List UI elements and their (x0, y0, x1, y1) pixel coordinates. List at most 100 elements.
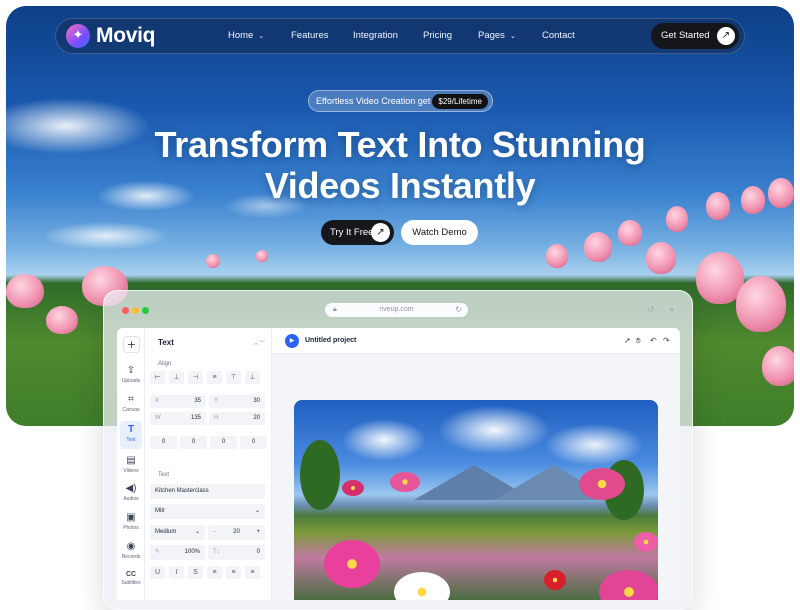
watch-demo-button[interactable]: Watch Demo (401, 220, 478, 245)
rail-item-label: Videos (123, 468, 139, 474)
underline-icon[interactable]: U (150, 566, 165, 579)
x-field[interactable]: X 35 (150, 395, 206, 408)
get-started-label: Get Started (661, 30, 710, 41)
url-bar[interactable]: 🔒︎ riveup.com ↻ (325, 303, 468, 317)
flower-decoration (394, 572, 450, 600)
rail-item-audios[interactable]: ◀) Audios (117, 483, 145, 502)
rail-item-videos[interactable]: ▤ Videos (117, 455, 145, 474)
y-key: Y (214, 398, 219, 404)
font-weight-value: Medium (155, 529, 177, 535)
nav-home[interactable]: Home ⌄ (228, 30, 264, 41)
rotation-value: 0 (191, 439, 196, 445)
history-icon[interactable]: ↺ (644, 303, 658, 317)
tulip-decoration (6, 274, 44, 308)
font-size-stepper[interactable]: –20 + (208, 525, 265, 540)
font-weight-select[interactable]: Medium ⌄ (150, 525, 205, 540)
align-left-icon[interactable]: ⊢ (150, 371, 165, 384)
rail-item-records[interactable]: ◉ Records (117, 541, 145, 560)
rotation-field[interactable]: 0 (180, 436, 207, 449)
flower-decoration (544, 570, 566, 590)
tool-rail: + ⇪ Uploads ⌗ Canvas T Text ▤ Videos ◀) … (117, 328, 145, 600)
add-icon[interactable]: + (123, 336, 140, 353)
text-align-left-icon[interactable]: ≡ (207, 566, 222, 579)
tulip-decoration (584, 232, 612, 262)
flower-decoration (342, 480, 364, 496)
try-it-free-label: Try It Free (330, 227, 374, 238)
nav-pages[interactable]: Pages ⌄ (478, 30, 516, 41)
try-it-free-button[interactable]: Try It Free ↗ (321, 220, 394, 245)
rail-item-canvas[interactable]: ⌗ Canvas (117, 394, 145, 413)
nav-pages-label: Pages (478, 30, 505, 41)
collapse-icon[interactable]: ︿﹀ (253, 338, 265, 347)
reload-icon: ↻ (455, 305, 462, 314)
rail-item-text[interactable]: T Text (117, 424, 145, 443)
cc-icon: CC (125, 571, 137, 578)
align-bottom-icon[interactable]: ⊥ (245, 371, 260, 384)
top-navbar: ✦ Moviq Home ⌄ Features Integration Prici… (55, 18, 745, 54)
project-title[interactable]: Untitled project (305, 337, 356, 344)
window-close-dot (122, 307, 129, 314)
text-align-right-icon[interactable]: ≡ (245, 566, 260, 579)
letter-spacing-field[interactable]: T↕ 0 (208, 545, 265, 560)
align-center-h-icon[interactable]: ⊥ (169, 371, 184, 384)
align-label: Align (158, 361, 172, 367)
nav-contact-label: Contact (542, 30, 575, 41)
width-field[interactable]: W 135 (150, 412, 206, 425)
align-justify-icon[interactable]: ≡ (207, 371, 222, 384)
play-icon[interactable]: ▶ (285, 334, 299, 348)
rail-item-subtitles[interactable]: CC Subtitles (117, 571, 145, 586)
strikethrough-icon[interactable]: S (188, 566, 203, 579)
undo-icon[interactable]: ↶ (650, 336, 657, 345)
rotation-field[interactable]: 0 (150, 436, 177, 449)
rotation-field[interactable]: 0 (210, 436, 237, 449)
nav-integration[interactable]: Integration (353, 30, 398, 41)
chevron-down-icon: ⌄ (509, 33, 516, 40)
tulip-decoration (206, 254, 220, 268)
italic-icon[interactable]: I (169, 566, 184, 579)
y-field[interactable]: Y 30 (209, 395, 265, 408)
text-content-input[interactable]: Kitchen Masterclass (150, 484, 265, 499)
align-top-icon[interactable]: ⊤ (226, 371, 241, 384)
headline-line-2: Videos Instantly (264, 165, 536, 206)
letter-spacing-icon: T↕ (213, 549, 220, 555)
cursor-icon[interactable]: ➚ (624, 336, 631, 345)
w-key: W (155, 415, 161, 421)
text-align-center-icon[interactable]: ≡ (226, 566, 241, 579)
height-field[interactable]: H 20 (209, 412, 265, 425)
rail-item-uploads[interactable]: ⇪ Uploads (117, 365, 145, 384)
nav-features[interactable]: Features (291, 30, 329, 41)
brand-name: Moviq (96, 24, 156, 47)
nav-contact[interactable]: Contact (542, 30, 575, 41)
rotation-field[interactable]: 0 (240, 436, 267, 449)
brand-logo[interactable]: ✦ Moviq (66, 24, 155, 48)
tulip-decoration (46, 306, 78, 334)
rail-item-photos[interactable]: ▣ Photos (117, 512, 145, 531)
align-right-icon[interactable]: ⊣ (188, 371, 203, 384)
text-content-value: Kitchen Masterclass (155, 488, 209, 494)
increase-icon[interactable]: + (256, 525, 260, 540)
rail-item-label: Audios (123, 496, 139, 502)
rail-item-label: Text (126, 437, 136, 443)
promo-badge[interactable]: Effortless Video Creation get it $29/Lif… (308, 90, 493, 112)
lock-icon: 🔒︎ (333, 306, 337, 313)
font-family-value: Mitr (155, 508, 165, 514)
get-started-button[interactable]: Get Started ↗ (651, 23, 739, 49)
canvas-area: ▶ Untitled project ➚ ✋︎ ↶ ↷ (272, 328, 680, 600)
opacity-field[interactable]: ✎ 100% (150, 545, 205, 560)
redo-icon[interactable]: ↷ (663, 336, 670, 345)
nav-pricing[interactable]: Pricing (423, 30, 452, 41)
rotation-value: 0 (161, 439, 166, 445)
text-properties-panel: Text ︿﹀ Align ⊢ ⊥ ⊣ ≡ ⊤ ⊥ X 35 Y 30 W 135 H… (145, 328, 272, 600)
arrow-up-right-icon: ↗ (371, 223, 390, 242)
new-tab-icon[interactable]: + (665, 303, 679, 317)
canvas-preview-image[interactable] (294, 400, 658, 600)
y-value: 30 (253, 398, 260, 404)
rail-item-label: Records (121, 554, 141, 560)
hand-icon[interactable]: ✋︎ (636, 336, 641, 346)
flower-decoration (579, 468, 625, 500)
rail-item-label: Subtitles (121, 580, 141, 586)
flower-decoration (390, 472, 420, 492)
font-family-select[interactable]: Mitr ⌄ (150, 504, 265, 519)
pen-icon: ✎ (155, 549, 161, 555)
flower-decoration (599, 570, 658, 600)
